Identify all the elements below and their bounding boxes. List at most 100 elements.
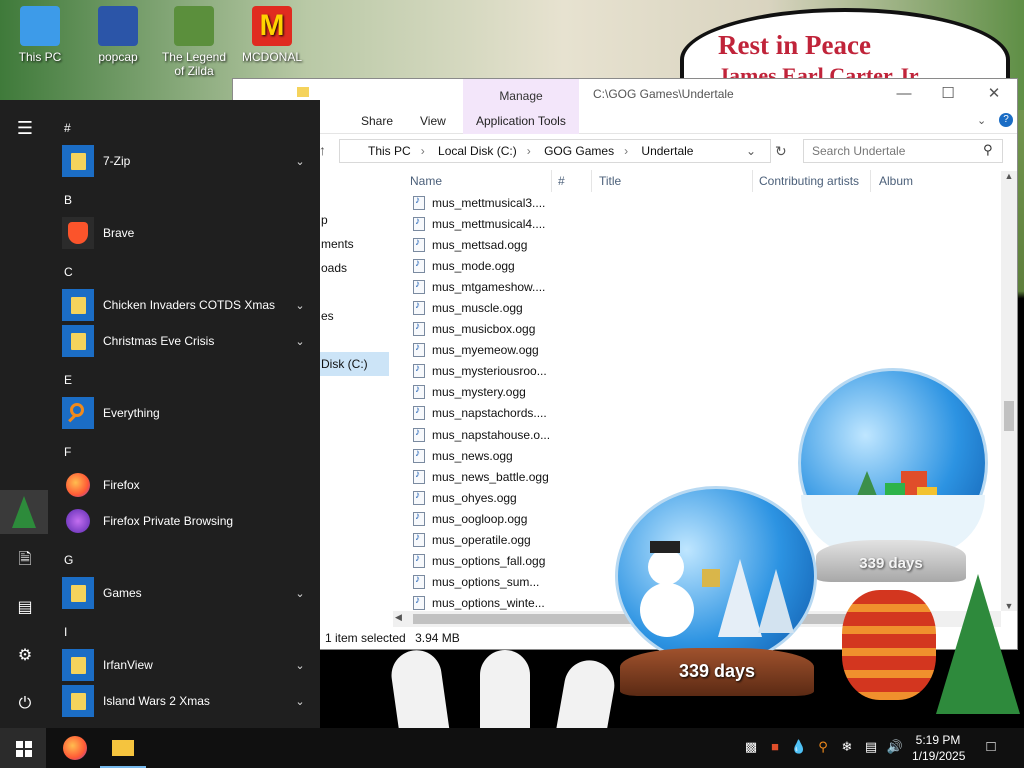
chevron-down-icon[interactable]: ⌄ [292, 335, 308, 348]
app-brave[interactable]: Brave [62, 216, 308, 250]
nav-item-downloads[interactable]: oads [321, 261, 347, 275]
file-row[interactable]: mus_mtgameshow.... [411, 276, 1011, 297]
column-number[interactable]: # [558, 170, 565, 192]
chevron-down-icon[interactable]: ⌄ [292, 587, 308, 600]
chevron-down-icon[interactable]: ⌄ [977, 114, 986, 127]
section-header-g[interactable]: G [64, 553, 73, 567]
power-icon[interactable]: ⏻ [13, 692, 37, 716]
tab-application-tools[interactable]: Application Tools [476, 114, 566, 128]
desktop-icon-popcap[interactable]: popcap [80, 6, 156, 64]
breadcrumb-undertale[interactable]: Undertale [641, 144, 693, 158]
app-firefox[interactable]: Firefox [62, 468, 308, 502]
scroll-thumb[interactable] [1004, 401, 1014, 431]
search-input[interactable]: Search Undertale [803, 139, 1003, 163]
file-name: mus_options_winte... [432, 596, 545, 611]
tab-manage[interactable]: Manage [463, 79, 579, 109]
app-chicken-invaders[interactable]: Chicken Invaders COTDS Xmas ⌄ [62, 288, 308, 322]
help-icon[interactable]: ? [999, 113, 1013, 127]
chevron-down-icon[interactable]: ⌄ [292, 155, 308, 168]
search-icon[interactable]: ⚲ [983, 142, 993, 158]
refresh-icon[interactable]: ↻ [775, 143, 787, 160]
file-name: mus_mystery.ogg [432, 385, 526, 400]
chevron-down-icon[interactable]: ⌄ [292, 659, 308, 672]
scroll-up-icon[interactable]: ▲ [1001, 171, 1017, 181]
start-button[interactable] [0, 728, 46, 768]
audio-file-icon [413, 321, 425, 337]
section-header-b[interactable]: B [64, 193, 72, 207]
file-row[interactable]: mus_myemeow.ogg [411, 340, 1011, 361]
documents-icon[interactable]: 🗎 [13, 548, 37, 572]
maximize-button[interactable]: ☐ [933, 83, 963, 105]
column-divider[interactable] [752, 170, 753, 192]
file-name: mus_mettmusical4.... [432, 216, 546, 231]
section-header-e[interactable]: E [64, 373, 72, 387]
app-island-wars[interactable]: Island Wars 2 Xmas ⌄ [62, 684, 308, 718]
tray-app-icon[interactable]: ▩ [742, 738, 760, 756]
app-irfanview[interactable]: IrfanView ⌄ [62, 648, 308, 682]
settings-gear-icon[interactable]: ⚙ [13, 644, 37, 668]
chevron-down-icon[interactable]: ⌄ [746, 140, 756, 162]
scroll-left-icon[interactable]: ◀ [395, 612, 402, 623]
start-menu[interactable]: ☰ 🗎 ▤ ⚙ ⏻ # 7-Zip ⌄ B Brave C Chicken In… [0, 100, 320, 728]
desktop-icon-mcdonal[interactable]: M MCDONAL [234, 6, 310, 64]
column-contributing-artists[interactable]: Contributing artists [759, 170, 859, 192]
desktop-icon-this-pc[interactable]: This PC [2, 6, 78, 64]
app-firefox-private[interactable]: Firefox Private Browsing [62, 504, 308, 538]
file-row[interactable]: mus_mettsad.ogg [411, 234, 1011, 255]
tray-drop-icon[interactable]: 💧 [790, 738, 808, 756]
title-bar[interactable]: ▾ Manage C:\GOG Games\Undertale — ☐ ✕ [233, 79, 1017, 114]
section-header-hash[interactable]: # [64, 121, 71, 135]
tray-search-icon[interactable]: ⚲ [814, 738, 832, 756]
close-button[interactable]: ✕ [979, 83, 1009, 105]
breadcrumb-gog-games[interactable]: GOG Games [544, 144, 614, 158]
section-header-c[interactable]: C [64, 265, 73, 279]
volume-icon[interactable]: 🔊 [886, 738, 904, 756]
app-christmas-eve-crisis[interactable]: Christmas Eve Crisis ⌄ [62, 324, 308, 358]
pictures-icon[interactable]: ▤ [13, 596, 37, 620]
chevron-down-icon[interactable]: ⌄ [292, 695, 308, 708]
column-name[interactable]: Name [410, 170, 442, 192]
user-avatar[interactable] [0, 490, 48, 534]
file-row[interactable]: mus_mettmusical4.... [411, 213, 1011, 234]
minimize-button[interactable]: — [889, 83, 919, 105]
nav-item[interactable]: p [321, 213, 328, 227]
chevron-down-icon[interactable]: ⌄ [292, 299, 308, 312]
tab-share[interactable]: Share [361, 114, 393, 128]
taskbar-firefox[interactable] [52, 728, 98, 768]
audio-file-icon [413, 237, 425, 252]
app-7zip[interactable]: 7-Zip ⌄ [62, 144, 308, 178]
breadcrumb-this-pc[interactable]: This PC [368, 144, 411, 158]
taskbar-file-explorer[interactable] [100, 728, 146, 768]
nav-item-local-disk[interactable]: Disk (C:) [321, 357, 368, 371]
notifications-icon[interactable]: □ [982, 738, 1000, 756]
desktop-icon-legend-of-zilda[interactable]: The Legend of Zilda [156, 6, 232, 78]
nav-item-documents[interactable]: ments [321, 237, 354, 251]
column-album[interactable]: Album [879, 170, 913, 192]
wallpaper-stripe [480, 650, 530, 728]
file-row[interactable]: mus_muscle.ogg [411, 297, 1011, 318]
address-bar[interactable]: This PC › Local Disk (C:) › GOG Games › Und… [339, 139, 771, 163]
tree-avatar-icon [12, 496, 36, 528]
breadcrumb-local-disk[interactable]: Local Disk (C:) [438, 144, 517, 158]
up-arrow-icon[interactable]: ↑ [319, 142, 326, 158]
column-divider[interactable] [870, 170, 871, 192]
tray-app-icon[interactable]: ■ [766, 738, 784, 756]
nav-item-pictures[interactable]: es [321, 309, 334, 323]
file-row[interactable]: mus_mettmusical3.... [411, 192, 1011, 213]
column-divider[interactable] [551, 170, 552, 192]
file-row[interactable]: mus_musicbox.ogg [411, 319, 1011, 340]
column-divider[interactable] [591, 170, 592, 192]
app-everything[interactable]: Everything [62, 396, 308, 430]
section-header-f[interactable]: F [64, 445, 71, 459]
section-header-i[interactable]: I [64, 625, 67, 639]
app-games[interactable]: Games ⌄ [62, 576, 308, 610]
tab-view[interactable]: View [420, 114, 446, 128]
column-title[interactable]: Title [599, 170, 621, 192]
tray-snowflake-icon[interactable]: ❄ [838, 738, 856, 756]
hamburger-menu-icon[interactable]: ☰ [13, 116, 37, 140]
clock[interactable]: 5:19 PM 1/19/2025 [912, 732, 965, 764]
network-icon[interactable]: ▤ [862, 738, 880, 756]
desktop-icon-label: MCDONAL [241, 50, 302, 64]
vertical-scrollbar[interactable]: ▲ ▼ [1001, 171, 1017, 611]
file-row[interactable]: mus_mode.ogg [411, 255, 1011, 276]
